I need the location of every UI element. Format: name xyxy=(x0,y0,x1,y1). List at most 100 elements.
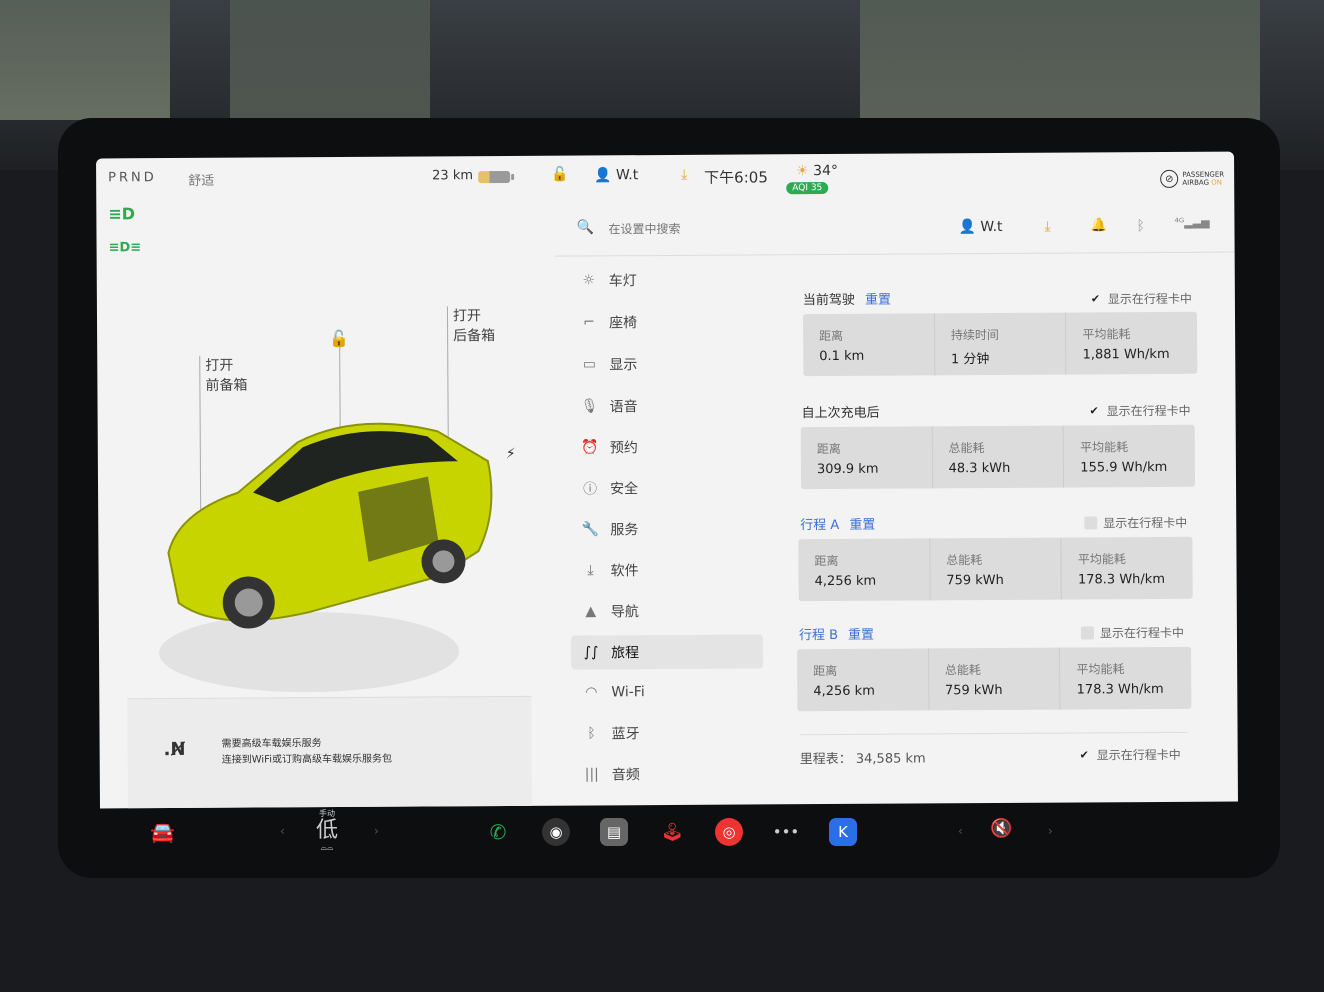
download-icon: ⤓ xyxy=(587,562,594,579)
music-app-icon[interactable]: ◎ xyxy=(715,818,743,846)
stat-label: 总能耗 xyxy=(946,553,983,568)
software-download-icon[interactable]: ⤓ xyxy=(1044,219,1050,235)
clock: 下午6:05 xyxy=(704,168,768,187)
profile-button[interactable]: 👤 W.t xyxy=(958,219,1002,235)
reset-current-button[interactable]: 重置 xyxy=(865,293,891,308)
menu-item-service[interactable]: 🔧 服务 xyxy=(570,511,762,546)
odometer-divider xyxy=(799,731,1188,736)
section-title: 自上次充电后 xyxy=(801,405,880,422)
menu-item-lights[interactable]: ☼ 车灯 xyxy=(569,262,761,297)
stat-value: 309.9 km xyxy=(816,461,879,478)
mute-icon[interactable]: 🔇 xyxy=(990,818,1012,839)
show-in-card-since-charge[interactable]: ✔ 显示在行程卡中 xyxy=(1088,402,1191,420)
kuwo-app-icon[interactable]: K xyxy=(829,818,857,846)
car-lock-icon[interactable]: 🔓 xyxy=(329,329,349,348)
show-in-card-trip-b[interactable]: 显示在行程卡中 xyxy=(1080,624,1185,642)
nav-icon: ▲ xyxy=(585,603,597,620)
touchscreen: PRND 舒适 23 km 🔓 👤 W.t ⤓ 下午6:05 ☀ 34° AQI… xyxy=(96,151,1238,809)
show-in-card-current[interactable]: ✔ 显示在行程卡中 xyxy=(1089,290,1192,308)
menu-label: 语音 xyxy=(609,399,638,416)
gear-selector[interactable]: PRND xyxy=(108,170,157,185)
headlight-icon[interactable]: ≡D xyxy=(108,204,135,223)
wrench-icon: 🔧 xyxy=(581,521,600,538)
menu-item-wifi[interactable]: ◠ Wi-Fi xyxy=(571,674,763,709)
chevron-left-icon[interactable]: ‹ xyxy=(280,824,285,838)
show-label: 显示在行程卡中 xyxy=(1099,625,1185,641)
menu-item-audio[interactable]: ||| 音频 xyxy=(572,756,764,791)
trunk-open-button[interactable]: 打开 后备箱 xyxy=(453,306,495,346)
car-icon[interactable]: 🚘 xyxy=(150,820,175,844)
charge-port-icon[interactable]: ⚡ xyxy=(506,446,516,462)
driver-name: W.t xyxy=(615,167,639,184)
download-icon[interactable]: ⤓ xyxy=(681,167,687,183)
menu-label: 显示 xyxy=(609,357,638,374)
frunk-label-2: 前备箱 xyxy=(205,377,248,394)
section-title: 行程 B xyxy=(798,627,839,644)
lock-icon[interactable]: 🔓 xyxy=(551,167,569,183)
show-in-card-trip-a[interactable]: 显示在行程卡中 xyxy=(1084,514,1187,532)
menu-item-bluetooth[interactable]: ᛒ 蓝牙 xyxy=(571,715,763,750)
menu-item-seats[interactable]: ⌐ 座椅 xyxy=(569,304,761,339)
stat-value: 4,256 km xyxy=(814,573,877,590)
premium-connectivity-notice[interactable]: .N̸ 需要高级车载娱乐服务 连接到WiFi或订购高级车载娱乐服务包 xyxy=(127,695,532,809)
checkbox-unchecked-icon[interactable] xyxy=(1080,626,1094,640)
bell-icon[interactable]: 🔔 xyxy=(1090,218,1106,233)
range-readout: 23 km xyxy=(432,168,474,184)
reset-trip-b-button[interactable]: 重置 xyxy=(848,628,874,643)
cellular-signal-icon: ⁴ᴳ▂▃▅ xyxy=(1174,215,1210,229)
stat-label: 总能耗 xyxy=(944,663,981,678)
checkbox-checked-icon[interactable]: ✔ xyxy=(1078,748,1091,761)
menu-label: 音频 xyxy=(611,767,640,784)
menu-item-display[interactable]: ▭ 显示 xyxy=(569,346,761,381)
bluetooth-icon[interactable]: ᛒ xyxy=(1136,218,1145,234)
stat-value: 759 kWh xyxy=(946,572,1004,589)
stat-total-energy: 总能耗 48.3 kWh xyxy=(932,425,1065,489)
chevron-right-icon[interactable]: › xyxy=(374,824,379,838)
more-icon[interactable]: ••• xyxy=(772,818,800,846)
menu-item-software[interactable]: ⤓ 软件 xyxy=(570,552,762,587)
volume-up-icon[interactable]: › xyxy=(1048,824,1053,838)
driver-profile[interactable]: 👤 W.t xyxy=(594,167,638,183)
menu-label: Wi-Fi xyxy=(611,684,645,701)
search-input[interactable] xyxy=(606,220,771,238)
phone-icon[interactable]: ✆ xyxy=(484,818,512,846)
show-in-card-odometer[interactable]: ✔ 显示在行程卡中 xyxy=(1078,746,1181,764)
stat-distance: 距离 0.1 km xyxy=(802,313,936,377)
menu-label: 安全 xyxy=(610,481,639,498)
joystick-icon[interactable]: 🕹 xyxy=(658,818,686,846)
reset-trip-a-button[interactable]: 重置 xyxy=(849,518,875,533)
checkbox-unchecked-icon[interactable] xyxy=(1084,516,1098,530)
menu-item-trips[interactable]: ∫∫ 旅程 xyxy=(570,634,764,670)
stat-label: 距离 xyxy=(819,328,844,344)
odometer-label: 里程表： xyxy=(799,751,852,768)
show-label: 显示在行程卡中 xyxy=(1107,291,1192,307)
menu-item-voice[interactable]: 🎙 语音 xyxy=(569,388,761,423)
fog-light-icon[interactable]: ≡D≡ xyxy=(109,240,142,255)
audio-icon: ||| xyxy=(584,766,599,783)
mic-icon: 🎙 xyxy=(580,398,599,415)
search-icon: 🔍 xyxy=(576,219,594,236)
airbag-label-2: AIRBAG xyxy=(1182,178,1209,187)
profile-name: W.t xyxy=(980,218,1003,236)
menu-label: 座椅 xyxy=(608,315,638,332)
trip-icon: ∫∫ xyxy=(583,644,599,661)
window-right xyxy=(860,0,1260,120)
checkbox-checked-icon[interactable]: ✔ xyxy=(1089,292,1102,305)
car-panel: ≡D ≡D≡ 打开 前备箱 打开 后备箱 🔓 ⚡ .N̸ 需要高级车载娱乐服务 xyxy=(96,196,550,809)
calendar-icon[interactable]: ▤ xyxy=(600,818,628,846)
camera-icon[interactable]: ◉ xyxy=(542,818,570,846)
menu-item-safety[interactable]: ⓘ 安全 xyxy=(570,470,762,505)
fan-control[interactable]: 手动 低 ⌓⌓ xyxy=(316,808,338,853)
volume-down-icon[interactable]: ‹ xyxy=(958,824,963,838)
checkbox-checked-icon[interactable]: ✔ xyxy=(1088,404,1101,417)
fan-level: 低 xyxy=(316,818,339,843)
frunk-open-button[interactable]: 打开 前备箱 xyxy=(205,356,247,396)
drive-mode[interactable]: 舒适 xyxy=(188,170,214,189)
stat-label: 平均能耗 xyxy=(1076,662,1125,677)
menu-label: 服务 xyxy=(610,522,639,539)
airbag-state: ON xyxy=(1211,178,1222,187)
section-current-drive: 当前驾驶 重置 xyxy=(803,289,891,309)
menu-item-navigation[interactable]: ▲ 导航 xyxy=(571,593,763,628)
notice-line-1: 需要高级车载娱乐服务 xyxy=(221,738,322,750)
menu-item-schedule[interactable]: ⏰ 预约 xyxy=(570,429,762,464)
